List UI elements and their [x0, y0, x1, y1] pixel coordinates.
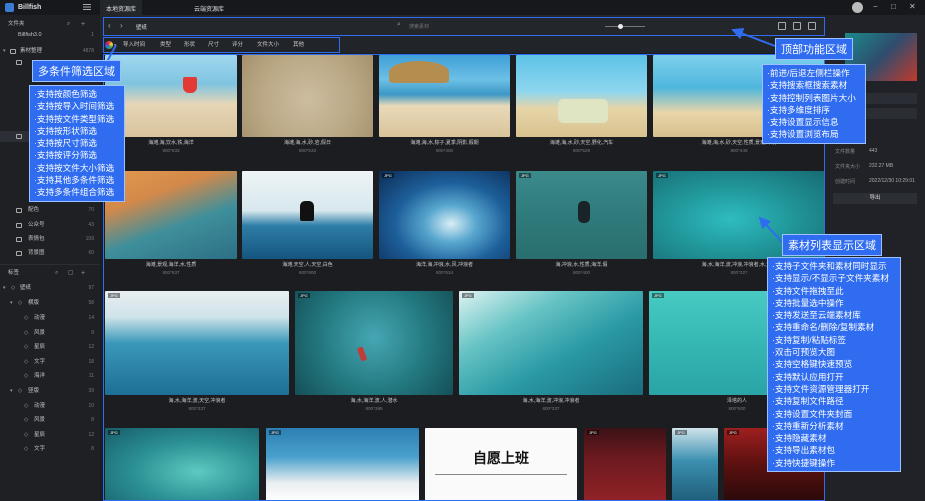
callout-item: ·支持子文件夹和素材同时显示	[772, 261, 887, 271]
callout-item: ·支持按形状筛选	[34, 125, 98, 136]
callout-item: ·支持文件资源管理器打开	[772, 383, 870, 394]
callout-top-list: ·前进/后退左侧栏操作 ·支持搜索框搜索素材 ·支持控制列表图片大小 ·支持多维度排序…	[762, 64, 866, 144]
callout-item: ·支持按文件大小筛选	[34, 162, 115, 173]
callout-item: ·支持按颜色筛选	[34, 89, 98, 99]
callout-item: ·双击可预览大图	[772, 347, 836, 358]
callout-item: ·支持搜索框搜索素材	[767, 80, 848, 91]
callout-item: ·支持按导入时间筛选	[34, 101, 115, 112]
callout-item: ·支持复制/粘贴标签	[772, 334, 846, 345]
callout-filter-list: ·支持按颜色筛选 ·支持按导入时间筛选 ·支持按文件类型筛选 ·支持按形状筛选 ·支持按…	[29, 85, 125, 202]
callout-item: ·支持设置文件夹封面	[772, 408, 853, 419]
callout-item: ·支持控制列表图片大小	[767, 92, 856, 103]
callout-item: ·支持按尺寸筛选	[34, 138, 98, 149]
callout-item: ·支持快捷键操作	[772, 457, 836, 468]
callout-item: ·支持设置显示信息	[767, 117, 839, 128]
callout-item: ·支持其他多条件筛选	[34, 175, 115, 186]
callout-top-title: 顶部功能区域	[775, 38, 853, 60]
callout-item: ·支持设置浏览布局	[767, 129, 839, 140]
callout-item: ·支持空格键快速预览	[772, 359, 853, 370]
callout-item: ·支持导出素材包	[772, 445, 836, 456]
callout-item: ·支持隐藏素材	[772, 433, 827, 444]
callout-grid-title: 素材列表显示区域	[782, 234, 882, 256]
callout-filter-title: 多条件筛选区域	[32, 60, 121, 82]
callout-item: ·支持重新分析素材	[772, 420, 844, 431]
callout-item: ·支持默认应用打开	[772, 371, 844, 382]
callout-item: ·支持按评分筛选	[34, 150, 98, 161]
callout-item: ·支持显示/不显示子文件夹素材	[772, 273, 889, 284]
callout-item: ·支持复制文件路径	[772, 396, 844, 407]
callout-item: ·支持多条件组合筛选	[34, 187, 115, 198]
callout-item: ·支持重命名/删除/复制素材	[772, 322, 875, 333]
callout-item: ·支持发送至云端素材库	[772, 310, 861, 321]
callout-grid-list: ·支持子文件夹和素材同时显示 ·支持显示/不显示子文件夹素材 ·支持文件拖拽至此 ·支…	[767, 257, 901, 473]
callout-item: ·支持批量选中操作	[772, 297, 844, 308]
callout-item: ·前进/后退左侧栏操作	[767, 68, 850, 78]
callout-item: ·支持文件拖拽至此	[772, 285, 844, 296]
callout-item: ·支持按文件类型筛选	[34, 113, 115, 124]
callout-item: ·支持多维度排序	[767, 104, 831, 115]
